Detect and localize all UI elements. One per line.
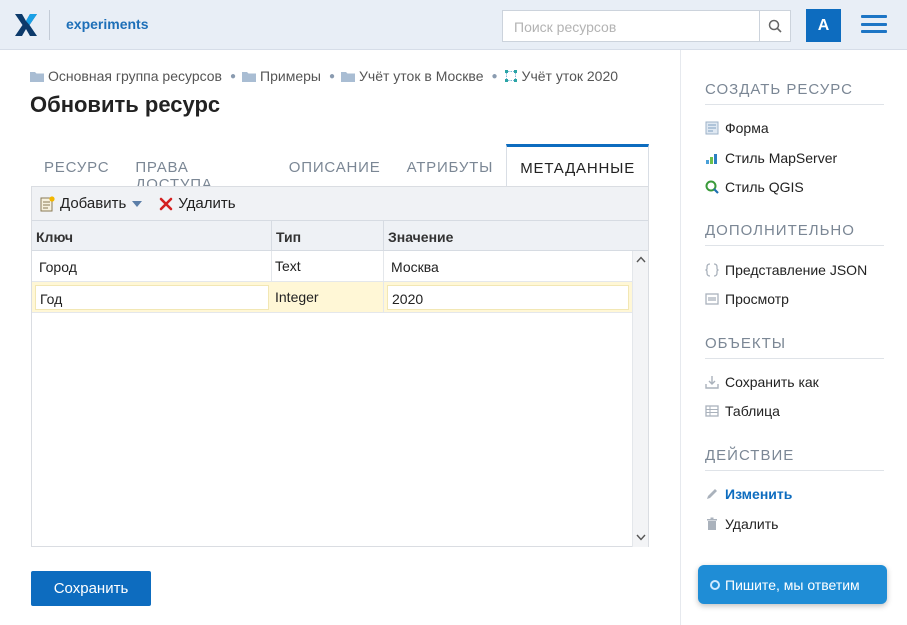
sidebar-item-preview[interactable]: Просмотр bbox=[705, 291, 789, 307]
form-icon bbox=[705, 121, 719, 135]
add-button[interactable]: Добавить bbox=[40, 195, 147, 212]
page-title: Обновить ресурс bbox=[30, 92, 221, 117]
breadcrumb-separator: ● bbox=[230, 70, 237, 82]
search-button[interactable] bbox=[759, 10, 791, 42]
folder-icon bbox=[30, 71, 44, 82]
cell-key[interactable]: Город bbox=[32, 251, 272, 282]
grid-scrollbar[interactable] bbox=[632, 251, 648, 547]
download-icon bbox=[705, 376, 719, 389]
sidebar-item-save-as[interactable]: Сохранить как bbox=[705, 374, 819, 390]
sidebar-divider bbox=[705, 470, 884, 471]
breadcrumb-item[interactable]: Основная группа ресурсов bbox=[30, 68, 222, 84]
nextgis-logo-icon[interactable] bbox=[13, 12, 39, 38]
search-icon bbox=[768, 19, 782, 33]
chat-widget-button[interactable]: Пишите, мы ответим bbox=[698, 565, 887, 604]
folder-icon bbox=[341, 71, 356, 82]
json-icon bbox=[705, 263, 719, 277]
cell-value-input[interactable]: 2020 bbox=[387, 285, 629, 310]
column-header-type[interactable]: Тип bbox=[272, 221, 384, 250]
breadcrumb: Основная группа ресурсов ● Примеры ● Учё… bbox=[30, 68, 618, 84]
delete-x-icon bbox=[159, 197, 173, 210]
brand-name[interactable]: experiments bbox=[66, 16, 148, 32]
trash-icon bbox=[707, 517, 717, 530]
mapserver-style-icon bbox=[706, 154, 717, 164]
qgis-style-icon bbox=[705, 180, 719, 194]
sidebar-item-label: Удалить bbox=[725, 516, 779, 532]
scroll-up-icon[interactable] bbox=[636, 256, 646, 263]
sidebar-item-label: Стиль QGIS bbox=[725, 179, 804, 195]
table-row[interactable]: Город Text Москва bbox=[32, 251, 632, 282]
chat-label: Пишите, мы ответим bbox=[725, 576, 860, 593]
grid-toolbar: Добавить Удалить bbox=[32, 187, 648, 221]
breadcrumb-label: Основная группа ресурсов bbox=[48, 68, 222, 84]
sidebar-item-table[interactable]: Таблица bbox=[705, 403, 780, 419]
chevron-down-icon bbox=[132, 200, 143, 207]
sidebar-section-title: Объекты bbox=[705, 335, 787, 352]
table-row-selected[interactable]: Год Integer 2020 bbox=[32, 282, 632, 313]
hamburger-menu-icon[interactable] bbox=[861, 15, 887, 35]
sidebar: Создать ресурс Форма Стиль MapServer Сти… bbox=[680, 50, 907, 625]
tab-bar: Ресурс Права доступа Описание Атрибуты М… bbox=[31, 144, 649, 193]
sidebar-item-label: Просмотр bbox=[725, 291, 789, 307]
sidebar-section-title: Действие bbox=[705, 447, 795, 464]
folder-icon bbox=[242, 71, 257, 82]
breadcrumb-separator: ● bbox=[328, 70, 336, 82]
sidebar-item-label: Сохранить как bbox=[725, 374, 819, 390]
chat-icon bbox=[710, 579, 720, 590]
delete-button-label: Удалить bbox=[178, 195, 236, 212]
sidebar-item-label: Представление JSON bbox=[725, 262, 868, 278]
add-button-label: Добавить bbox=[60, 195, 127, 212]
tab-metadata[interactable]: Метаданные bbox=[506, 144, 649, 186]
cell-type[interactable]: Integer bbox=[272, 282, 384, 313]
sidebar-section-title: Дополнительно bbox=[705, 222, 855, 239]
tab-attributes[interactable]: Атрибуты bbox=[394, 144, 507, 186]
delete-button[interactable]: Удалить bbox=[159, 195, 236, 212]
preview-icon bbox=[705, 293, 719, 305]
breadcrumb-label: Учёт уток 2020 bbox=[521, 68, 619, 84]
add-document-icon bbox=[40, 195, 55, 211]
sidebar-section-title: Создать ресурс bbox=[705, 81, 853, 98]
save-button[interactable]: Сохранить bbox=[31, 571, 151, 606]
sidebar-item-label: Изменить bbox=[725, 486, 793, 502]
top-header: experiments Поиск ресурсов A bbox=[0, 0, 907, 50]
cell-type[interactable]: Text bbox=[272, 251, 384, 282]
breadcrumb-label: Учёт уток в Москве bbox=[359, 68, 484, 84]
metadata-grid: Добавить Удалить Ключ Тип Значение Город… bbox=[31, 186, 649, 547]
sidebar-divider bbox=[705, 245, 884, 246]
sidebar-item-label: Стиль MapServer bbox=[725, 150, 838, 166]
table-icon bbox=[705, 405, 719, 417]
column-header-value[interactable]: Значение bbox=[384, 221, 648, 250]
sidebar-divider bbox=[705, 358, 884, 359]
sidebar-item-mapserver-style[interactable]: Стиль MapServer bbox=[705, 150, 837, 166]
breadcrumb-item-current: Учёт уток 2020 bbox=[504, 68, 618, 84]
sidebar-item-json-view[interactable]: Представление JSON bbox=[705, 262, 867, 278]
sidebar-item-label: Таблица bbox=[725, 403, 780, 419]
breadcrumb-item[interactable]: Учёт уток в Москве bbox=[341, 68, 484, 84]
breadcrumb-label: Примеры bbox=[260, 68, 321, 84]
cell-value[interactable]: Москва bbox=[384, 251, 632, 282]
column-header-key[interactable]: Ключ bbox=[32, 221, 272, 250]
user-avatar[interactable]: A bbox=[806, 9, 841, 42]
breadcrumb-separator: ● bbox=[491, 70, 498, 82]
tab-resource[interactable]: Ресурс bbox=[31, 144, 122, 186]
sidebar-item-qgis-style[interactable]: Стиль QGIS bbox=[705, 179, 804, 195]
pencil-icon bbox=[707, 489, 717, 499]
sidebar-item-edit[interactable]: Изменить bbox=[705, 486, 792, 502]
sidebar-item-label: Форма bbox=[725, 120, 769, 136]
logo-divider bbox=[49, 10, 50, 40]
breadcrumb-item[interactable]: Примеры bbox=[242, 68, 321, 84]
tab-permissions[interactable]: Права доступа bbox=[122, 144, 275, 193]
tab-description[interactable]: Описание bbox=[276, 144, 394, 186]
sidebar-divider bbox=[705, 104, 884, 105]
vector-layer-icon bbox=[504, 70, 517, 82]
scroll-down-icon[interactable] bbox=[636, 534, 646, 541]
cell-key-input[interactable]: Год bbox=[35, 285, 269, 310]
search-input[interactable]: Поиск ресурсов bbox=[502, 10, 760, 42]
sidebar-item-form[interactable]: Форма bbox=[705, 120, 769, 136]
sidebar-item-delete[interactable]: Удалить bbox=[705, 516, 778, 532]
grid-header-row: Ключ Тип Значение bbox=[32, 221, 648, 251]
